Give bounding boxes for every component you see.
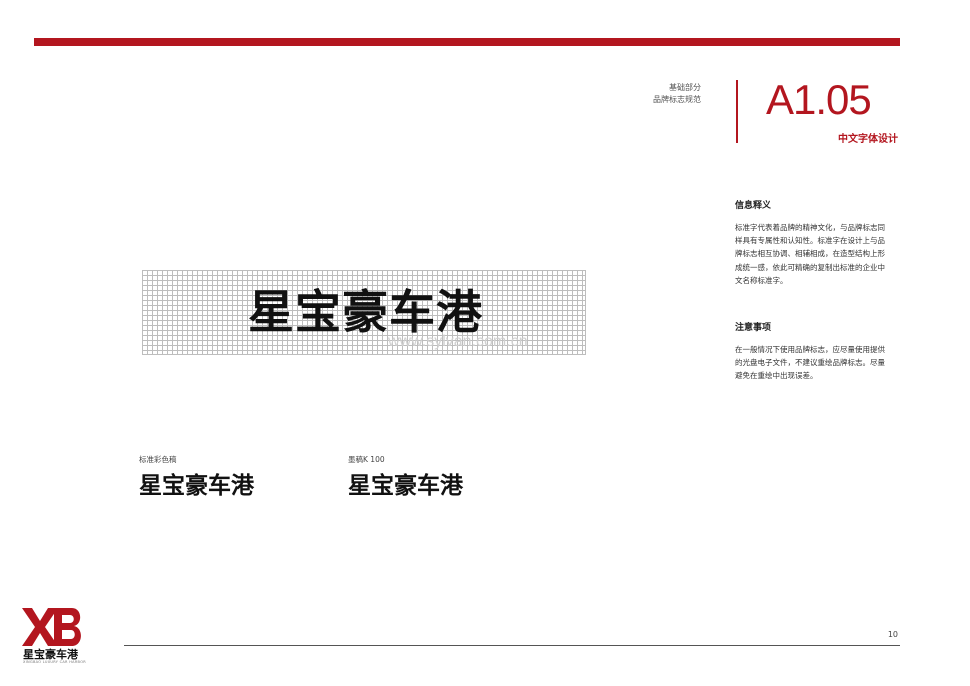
info-line: 牌标志相互协调、相辅相成，在造型结构上形 (735, 249, 885, 259)
info-line: 文名称标准字。 (735, 275, 788, 285)
page-code: A1.05 (766, 76, 872, 123)
grid-wordmark: 星宝豪车港 (248, 285, 483, 339)
section-category: 基础部分 (669, 83, 701, 92)
sample-wordmark-color: 星宝豪车港 (139, 473, 254, 499)
top-accent-bar (34, 38, 900, 46)
info-body: 标准字代表着品牌的精神文化，与品牌标志同 样具有专属性和认知性。标准字在设计上与… (735, 221, 900, 287)
footer-rule (124, 645, 900, 646)
notes-section: 注意事项 在一般情况下使用品牌标志，应尽量使用提供 的光盘电子文件，不建议重绘品… (735, 320, 900, 383)
header-divider (736, 80, 738, 143)
page-subtitle: 中文字体设计 (838, 134, 898, 145)
section-label: 基础部分 品牌标志规范 (653, 82, 701, 106)
sample-label-color: 标准彩色稿 (139, 455, 177, 464)
info-section: 信息释义 标准字代表着品牌的精神文化，与品牌标志同 样具有专属性和认知性。标准字… (735, 198, 900, 287)
page-number: 10 (887, 630, 898, 639)
sample-label-black: 墨稿K 100 (348, 455, 385, 464)
info-line: 标准字代表着品牌的精神文化，与品牌标志同 (735, 223, 885, 232)
info-line: 样具有专属性和认知性。标准字在设计上与品 (735, 236, 885, 246)
sample-wordmark-black: 星宝豪车港 (348, 473, 463, 499)
watermark: www.sylvan.com.cn (388, 333, 528, 350)
notes-body: 在一般情况下使用品牌标志，应尽量使用提供 的光盘电子文件，不建议重绘品牌标志。尽… (735, 343, 900, 383)
section-name: 品牌标志规范 (653, 95, 701, 104)
notes-heading: 注意事项 (735, 323, 772, 333)
info-line: 成统一感，依此可精确的复制出标准的企业中 (735, 262, 885, 272)
info-heading: 信息释义 (735, 201, 772, 211)
notes-line: 的光盘电子文件，不建议重绘品牌标志。尽量 (735, 358, 885, 368)
notes-line: 避免在重绘中出现误差。 (735, 371, 818, 381)
notes-line: 在一般情况下使用品牌标志，应尽量使用提供 (735, 345, 885, 354)
logo-english-name: XINGBAO LUXURY CAR HARBOR (23, 660, 86, 664)
